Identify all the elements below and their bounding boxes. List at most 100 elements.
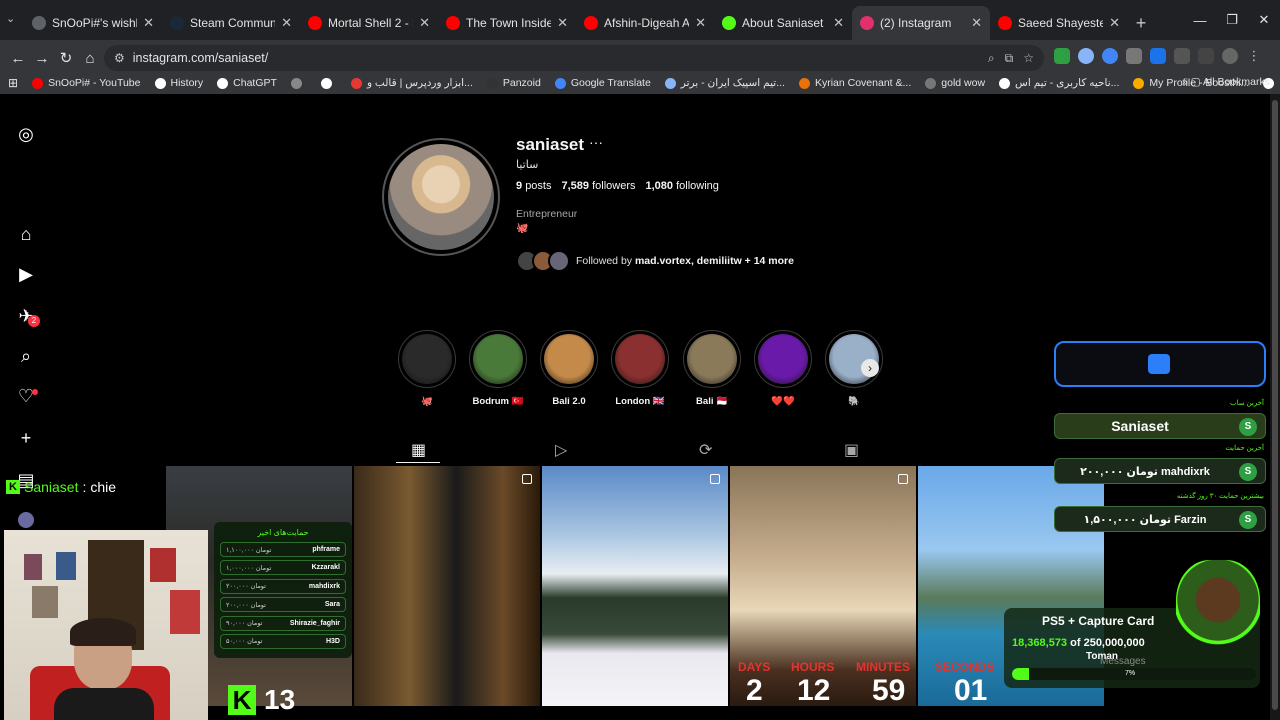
highlight-label: London 🇬🇧 [615, 396, 665, 407]
viewer-count: 13 [264, 684, 296, 715]
bookmark-item[interactable]: Google Translate [554, 77, 651, 89]
bookmarks-bar: ⊞ SnOoPi# - YouTube History ChatGPT ابزار و… [0, 72, 1280, 94]
all-bookmarks-label: All Bookmarks [1202, 76, 1270, 88]
tab-close-icon[interactable]: ✕ [1109, 15, 1120, 31]
followers-stat[interactable]: 7,589 followers [561, 180, 635, 192]
page-scrollbar[interactable] [1270, 94, 1280, 720]
bookmark-item[interactable]: ابزار وردپرس | قالب و... [350, 77, 473, 89]
kick-logo-icon: K [228, 685, 256, 715]
coin-icon: S [1239, 511, 1257, 529]
extension-icon[interactable] [1054, 48, 1070, 64]
search-nav-icon[interactable]: ⌕ [16, 346, 36, 366]
tab-search-icon[interactable]: ⌄ [6, 12, 15, 25]
scrollbar-thumb[interactable] [1272, 100, 1278, 710]
bookmark-item[interactable]: ناحیه کاربری - تیم اس... [999, 77, 1119, 89]
browser-tab[interactable]: Saeed Shayesteh - Shabe ✕ [990, 6, 1128, 40]
bookmark-item[interactable]: تیم اسپیک ایران - برتر... [664, 77, 785, 89]
reels-tab-icon[interactable]: ▷ [555, 440, 567, 460]
browser-tab[interactable]: Afshin-Digeah Azat Badan ✕ [576, 6, 714, 40]
posts-grid-icon[interactable]: ▦ [411, 440, 426, 460]
followed-by[interactable]: Followed by mad.vortex, demiliitw + 14 m… [516, 250, 794, 272]
tab-title: The Town Inside Me [With [466, 16, 552, 30]
bookmark-item[interactable]: SnOoPi# - YouTube [32, 77, 141, 89]
forward-icon[interactable]: → [30, 50, 54, 67]
post-thumbnail[interactable] [542, 466, 728, 706]
bookmark-item[interactable] [320, 77, 337, 89]
browser-tab[interactable]: About Saniaset - Watch L ✕ [714, 6, 852, 40]
apps-icon[interactable]: ⊞ [8, 76, 18, 90]
site-info-icon[interactable]: ⚙ [114, 51, 125, 65]
tab-close-icon[interactable]: ✕ [695, 15, 706, 31]
profile-avatar[interactable] [382, 138, 500, 256]
post-thumbnail[interactable] [354, 466, 540, 706]
highlight-cover [402, 334, 452, 384]
following-stat[interactable]: 1,080 following [645, 180, 718, 192]
install-icon[interactable]: ⧉ [1005, 51, 1014, 66]
browser-tab[interactable]: Mortal Shell 2 - Before Yo ✕ [300, 6, 438, 40]
notification-dot [32, 389, 38, 395]
media-icon[interactable] [1198, 48, 1214, 64]
bookmark-item[interactable]: History [154, 77, 203, 89]
tagged-tab-icon[interactable]: ▣ [844, 440, 859, 460]
browser-tab[interactable]: (2) Instagram ✕ [852, 6, 990, 40]
bookmark-item[interactable]: gold wow [925, 77, 985, 89]
extension-icon[interactable] [1126, 48, 1142, 64]
highlight-ring [611, 330, 669, 388]
puzzle-icon[interactable] [1174, 48, 1190, 64]
menu-icon[interactable]: ⋮ [1246, 48, 1262, 64]
bio-emoji: 🐙 [516, 223, 529, 234]
tab-close-icon[interactable]: ✕ [419, 15, 430, 31]
home-nav-icon[interactable]: ⌂ [16, 224, 36, 244]
tab-close-icon[interactable]: ✕ [281, 15, 292, 31]
bookmark-item[interactable]: Panzoid [486, 77, 541, 89]
reload-icon[interactable]: ↻ [54, 49, 78, 67]
highlights-next-icon[interactable]: › [861, 359, 879, 377]
bookmark-item[interactable]: ChatGPT [217, 77, 277, 89]
reels-nav-icon[interactable]: ▶ [16, 264, 36, 284]
story-highlight[interactable]: London 🇬🇧 [611, 330, 669, 407]
bookmark-star-icon[interactable]: ☆ [1023, 51, 1034, 66]
browser-tab[interactable]: The Town Inside Me [With ✕ [438, 6, 576, 40]
story-highlight[interactable]: 🐙 [398, 330, 456, 407]
tab-close-icon[interactable]: ✕ [143, 15, 154, 31]
restore-icon[interactable]: ❐ [1216, 12, 1248, 28]
story-highlight[interactable]: Bali 🇲🇨 [683, 330, 741, 407]
all-bookmarks[interactable]: » ▢ All Bookmarks [1182, 76, 1270, 88]
profile-stats: 9 posts 7,589 followers 1,080 following [516, 180, 719, 192]
minimize-icon[interactable]: — [1184, 13, 1216, 28]
back-icon[interactable]: ← [6, 50, 30, 67]
bookmark-favicon-icon [32, 77, 44, 89]
profile-display-name: ساتیا [516, 159, 539, 171]
window-controls: — ❐ ✕ [1184, 0, 1280, 40]
story-highlight[interactable]: Bali 2.0 [540, 330, 598, 407]
bookmark-item[interactable] [290, 77, 307, 89]
supporter-name: H3D [325, 637, 340, 645]
bookmark-item[interactable]: Kyrian Covenant &... [798, 77, 911, 89]
new-tab-button[interactable]: + [1128, 6, 1154, 40]
tab-close-icon[interactable]: ✕ [557, 15, 568, 31]
zoom-icon[interactable]: ⌕ [988, 51, 995, 66]
supporter-name: phframe [312, 546, 340, 553]
kick-icon: K [6, 480, 20, 494]
reposts-tab-icon[interactable]: ⟳ [699, 440, 712, 460]
tab-close-icon[interactable]: ✕ [971, 15, 982, 31]
highlight-cover [544, 334, 594, 384]
address-bar[interactable]: ⚙ instagram.com/saniaset/ ⌕ ⧉ ☆ [104, 45, 1044, 71]
extension-icon[interactable] [1102, 48, 1118, 64]
tab-favicon-icon [446, 16, 460, 30]
home-icon[interactable]: ⌂ [78, 50, 102, 67]
browser-tab[interactable]: Steam Community :: SnOo ✕ [162, 6, 300, 40]
tab-favicon-icon [32, 16, 46, 30]
create-nav-icon[interactable]: + [16, 428, 36, 448]
story-highlight[interactable]: Bodrum 🇹🇷 [469, 330, 527, 407]
bookmark-favicon-icon [320, 77, 332, 89]
options-icon[interactable]: ··· [589, 134, 603, 150]
extension-icon[interactable] [1078, 48, 1094, 64]
instagram-logo-icon[interactable]: ◎ [16, 124, 36, 144]
extension-icon[interactable] [1150, 48, 1166, 64]
story-highlight[interactable]: ❤️❤️ [754, 330, 812, 407]
profile-icon[interactable] [1222, 48, 1238, 64]
browser-tab[interactable]: SnOoPi#'s wishlist ✕ [24, 6, 162, 40]
close-window-icon[interactable]: ✕ [1248, 12, 1280, 28]
tab-close-icon[interactable]: ✕ [833, 15, 844, 31]
